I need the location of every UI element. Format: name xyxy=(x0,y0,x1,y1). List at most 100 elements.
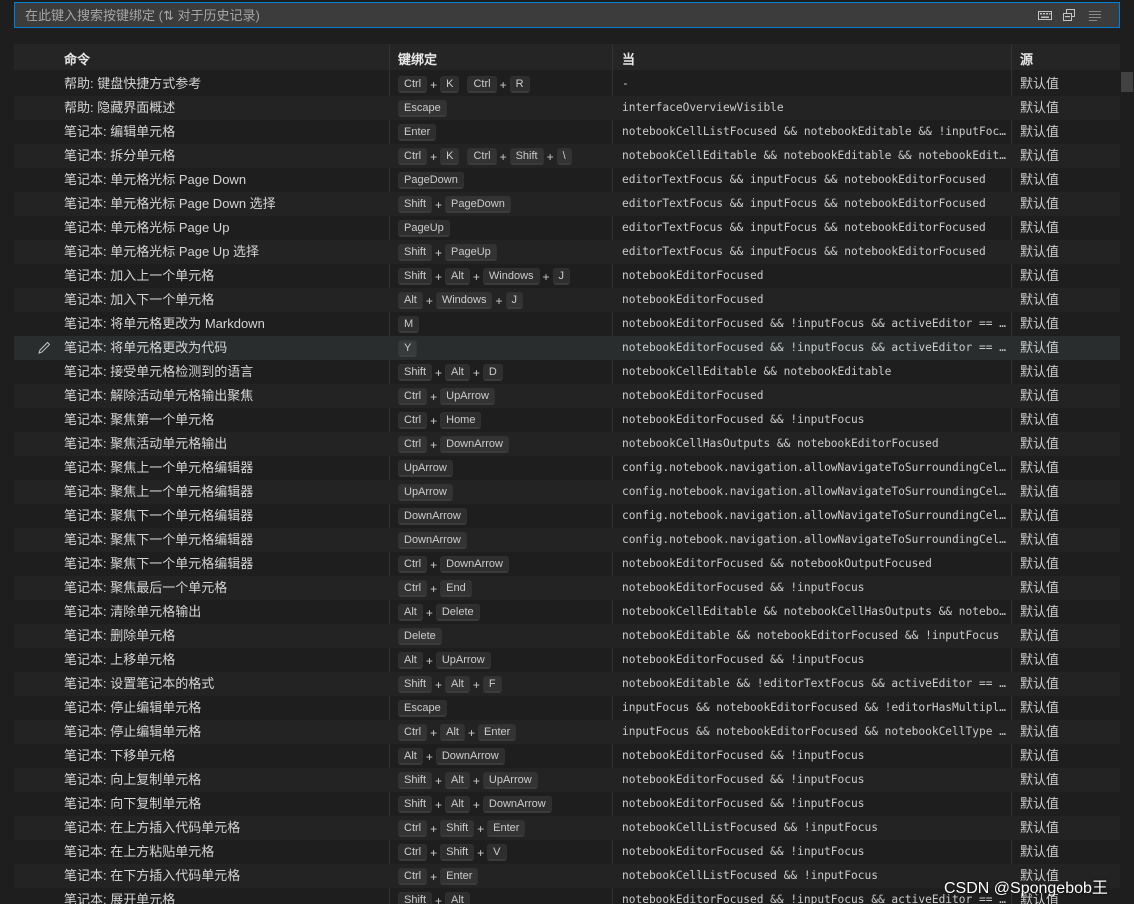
keybinding-cell: Shift + Alt xyxy=(398,888,612,904)
key-plus-separator: + xyxy=(546,149,554,164)
command-cell: 笔记本: 设置笔记本的格式 xyxy=(64,676,215,691)
source-cell: 默认值 xyxy=(1020,316,1060,331)
table-row[interactable]: 笔记本: 拆分单元格 Ctrl + K Ctrl + Shift + \ notebookCell… xyxy=(14,144,1120,168)
key-label: Shift xyxy=(509,148,544,166)
table-row[interactable]: 笔记本: 编辑单元格 Enter notebookCellListFocused &… xyxy=(14,120,1120,144)
edit-keybinding-icon[interactable] xyxy=(36,340,52,356)
table-row[interactable]: 笔记本: 清除单元格输出 Alt + Delete notebookCellEditab… xyxy=(14,600,1120,624)
keybinding-cell: Escape xyxy=(398,696,612,720)
when-cell: notebookCellEditable && notebookCellHasO… xyxy=(622,605,1010,618)
source-cell: 默认值 xyxy=(1020,76,1060,91)
keybinding-cell: Ctrl + Home xyxy=(398,408,612,432)
key-label: Shift xyxy=(398,364,433,382)
table-row[interactable]: 笔记本: 聚焦第一个单元格 Ctrl + Home notebookEditorFocu… xyxy=(14,408,1120,432)
key-label: Ctrl xyxy=(398,868,428,886)
keybinding-cell: Alt + UpArrow xyxy=(398,648,612,672)
scrollbar-thumb[interactable] xyxy=(1121,72,1133,92)
header-command[interactable]: 命令 xyxy=(64,49,90,68)
key-label: PageDown xyxy=(398,172,464,190)
key-label: K xyxy=(440,76,460,94)
when-cell: notebookEditorFocused && !inputFocus xyxy=(622,653,865,666)
when-cell: editorTextFocus && inputFocus && noteboo… xyxy=(622,197,986,210)
vertical-scrollbar[interactable] xyxy=(1121,72,1133,904)
table-row[interactable]: 笔记本: 聚焦下一个单元格编辑器 DownArrow config.notebook… xyxy=(14,504,1120,528)
table-row[interactable]: 笔记本: 单元格光标 Page Up PageUp editorTextFocus … xyxy=(14,216,1120,240)
key-label: M xyxy=(398,316,420,334)
key-label: Ctrl xyxy=(398,148,428,166)
key-label: PageUp xyxy=(445,244,497,262)
key-chord: Shift + Alt xyxy=(398,888,470,904)
table-row[interactable]: 笔记本: 解除活动单元格输出聚焦 Ctrl + UpArrow notebookEdit… xyxy=(14,384,1120,408)
table-row[interactable]: 笔记本: 加入下一个单元格 Alt + Windows + JnotebookEditor… xyxy=(14,288,1120,312)
when-cell: notebookCellHasOutputs && notebookEditor… xyxy=(622,437,939,450)
table-row[interactable]: 笔记本: 单元格光标 Page Down PageDown editorTextFo… xyxy=(14,168,1120,192)
table-row[interactable]: 笔记本: 在上方插入代码单元格 Ctrl + Shift + Enter notebookC… xyxy=(14,816,1120,840)
keybindings-list: 帮助: 键盘快捷方式参考 Ctrl + K Ctrl + R - 默认值 帮助: 隐藏界面概述 Es… xyxy=(14,72,1120,904)
table-row[interactable]: 笔记本: 下移单元格 Alt + DownArrow notebookEditorFoc… xyxy=(14,744,1120,768)
key-plus-separator: + xyxy=(477,845,485,860)
header-source[interactable]: 源 xyxy=(1020,49,1033,68)
key-plus-separator: + xyxy=(435,365,443,380)
keybinding-cell: Delete xyxy=(398,624,612,648)
search-input[interactable] xyxy=(15,3,1035,27)
key-label: Shift xyxy=(398,796,433,814)
record-keys-icon[interactable] xyxy=(1061,7,1077,23)
table-row[interactable]: 帮助: 键盘快捷方式参考 Ctrl + K Ctrl + R - 默认值 xyxy=(14,72,1120,96)
source-cell: 默认值 xyxy=(1020,388,1060,403)
table-row[interactable]: 笔记本: 聚焦上一个单元格编辑器 UpArrow config.notebook.n… xyxy=(14,456,1120,480)
table-row[interactable]: 笔记本: 向上复制单元格 Shift + Alt + UpArrow notebookEdi… xyxy=(14,768,1120,792)
when-cell: notebookEditorFocused && !inputFocus xyxy=(622,845,865,858)
table-row[interactable]: 笔记本: 聚焦下一个单元格编辑器 Ctrl + DownArrow notebookEd… xyxy=(14,552,1120,576)
keybinding-cell: Alt + Delete xyxy=(398,600,612,624)
table-row[interactable]: 笔记本: 上移单元格 Alt + UpArrow notebookEditorFocus… xyxy=(14,648,1120,672)
keyboard-icon[interactable] xyxy=(1037,7,1053,23)
keybinding-cell: Ctrl + Shift + Enter xyxy=(398,816,612,840)
table-row[interactable]: 笔记本: 在上方粘贴单元格 Ctrl + Shift + VnotebookEditorF… xyxy=(14,840,1120,864)
key-label: Shift xyxy=(398,268,433,286)
table-row[interactable]: 笔记本: 设置笔记本的格式 Shift + Alt + FnotebookEditable… xyxy=(14,672,1120,696)
key-chord: PageDown xyxy=(398,168,464,192)
key-label: Enter xyxy=(398,124,437,142)
table-row[interactable]: 笔记本: 聚焦最后一个单元格 Ctrl + End notebookEditorFocu… xyxy=(14,576,1120,600)
table-row[interactable]: 笔记本: 加入上一个单元格 Shift + Alt + Windows + Jnotebook… xyxy=(14,264,1120,288)
when-cell: notebookEditorFocused && !inputFocus xyxy=(622,413,865,426)
header-keybinding[interactable]: 键绑定 xyxy=(398,49,437,68)
command-cell: 笔记本: 编辑单元格 xyxy=(64,124,176,139)
table-row[interactable]: 笔记本: 删除单元格 Delete notebookEditable && note… xyxy=(14,624,1120,648)
when-cell: notebookEditorFocused && !inputFocus && … xyxy=(622,341,1010,354)
key-label: Y xyxy=(398,340,418,358)
key-label: Alt xyxy=(445,892,470,904)
key-label: Shift xyxy=(398,676,433,694)
command-cell: 笔记本: 单元格光标 Page Up xyxy=(64,220,230,235)
command-cell: 笔记本: 在下方插入代码单元格 xyxy=(64,868,241,883)
key-chord: Ctrl + Home xyxy=(398,408,482,432)
keybinding-cell: Ctrl + K Ctrl + Shift + \ xyxy=(398,144,612,168)
keybindings-search-box[interactable] xyxy=(14,2,1120,28)
table-row[interactable]: 笔记本: 聚焦下一个单元格编辑器 DownArrow config.notebook… xyxy=(14,528,1120,552)
keybinding-cell: Ctrl + Enter xyxy=(398,864,612,888)
source-cell: 默认值 xyxy=(1020,268,1060,283)
keybinding-cell: Shift + PageUp xyxy=(398,240,612,264)
table-row[interactable]: 笔记本: 接受单元格检测到的语言 Shift + Alt + DnotebookCellE… xyxy=(14,360,1120,384)
key-plus-separator: + xyxy=(425,293,433,308)
table-row[interactable]: 笔记本: 停止编辑单元格 Ctrl + Alt + Enter inputFocus && … xyxy=(14,720,1120,744)
header-when[interactable]: 当 xyxy=(622,49,635,68)
source-cell: 默认值 xyxy=(1020,580,1060,595)
when-cell: notebookEditorFocused && !inputFocus xyxy=(622,749,865,762)
key-label: Ctrl xyxy=(398,556,428,574)
key-label: UpArrow xyxy=(440,388,495,406)
table-row[interactable]: 笔记本: 向下复制单元格 Shift + Alt + DownArrow notebookE… xyxy=(14,792,1120,816)
table-row[interactable]: 笔记本: 聚焦活动单元格输出 Ctrl + DownArrow notebookCell… xyxy=(14,432,1120,456)
table-row[interactable]: 笔记本: 聚焦上一个单元格编辑器 UpArrow config.notebook.n… xyxy=(14,480,1120,504)
key-label: Ctrl xyxy=(398,820,428,838)
table-row[interactable]: 笔记本: 将单元格更改为代码 YnotebookEditorFocused && … xyxy=(14,336,1120,360)
table-row[interactable]: 笔记本: 单元格光标 Page Down 选择 Shift + PageDown edi… xyxy=(14,192,1120,216)
table-row[interactable]: 笔记本: 将单元格更改为 Markdown MnotebookEditorFocu… xyxy=(14,312,1120,336)
table-row[interactable]: 笔记本: 停止编辑单元格 Escape inputFocus && notebook… xyxy=(14,696,1120,720)
key-label: Enter xyxy=(440,868,479,886)
table-row[interactable]: 笔记本: 单元格光标 Page Up 选择 Shift + PageUp editorT… xyxy=(14,240,1120,264)
sort-by-precedence-icon[interactable] xyxy=(1087,7,1103,23)
table-row[interactable]: 帮助: 隐藏界面概述 Escape interfaceOverviewVisible… xyxy=(14,96,1120,120)
source-cell: 默认值 xyxy=(1020,508,1060,523)
key-label: Home xyxy=(440,412,482,430)
